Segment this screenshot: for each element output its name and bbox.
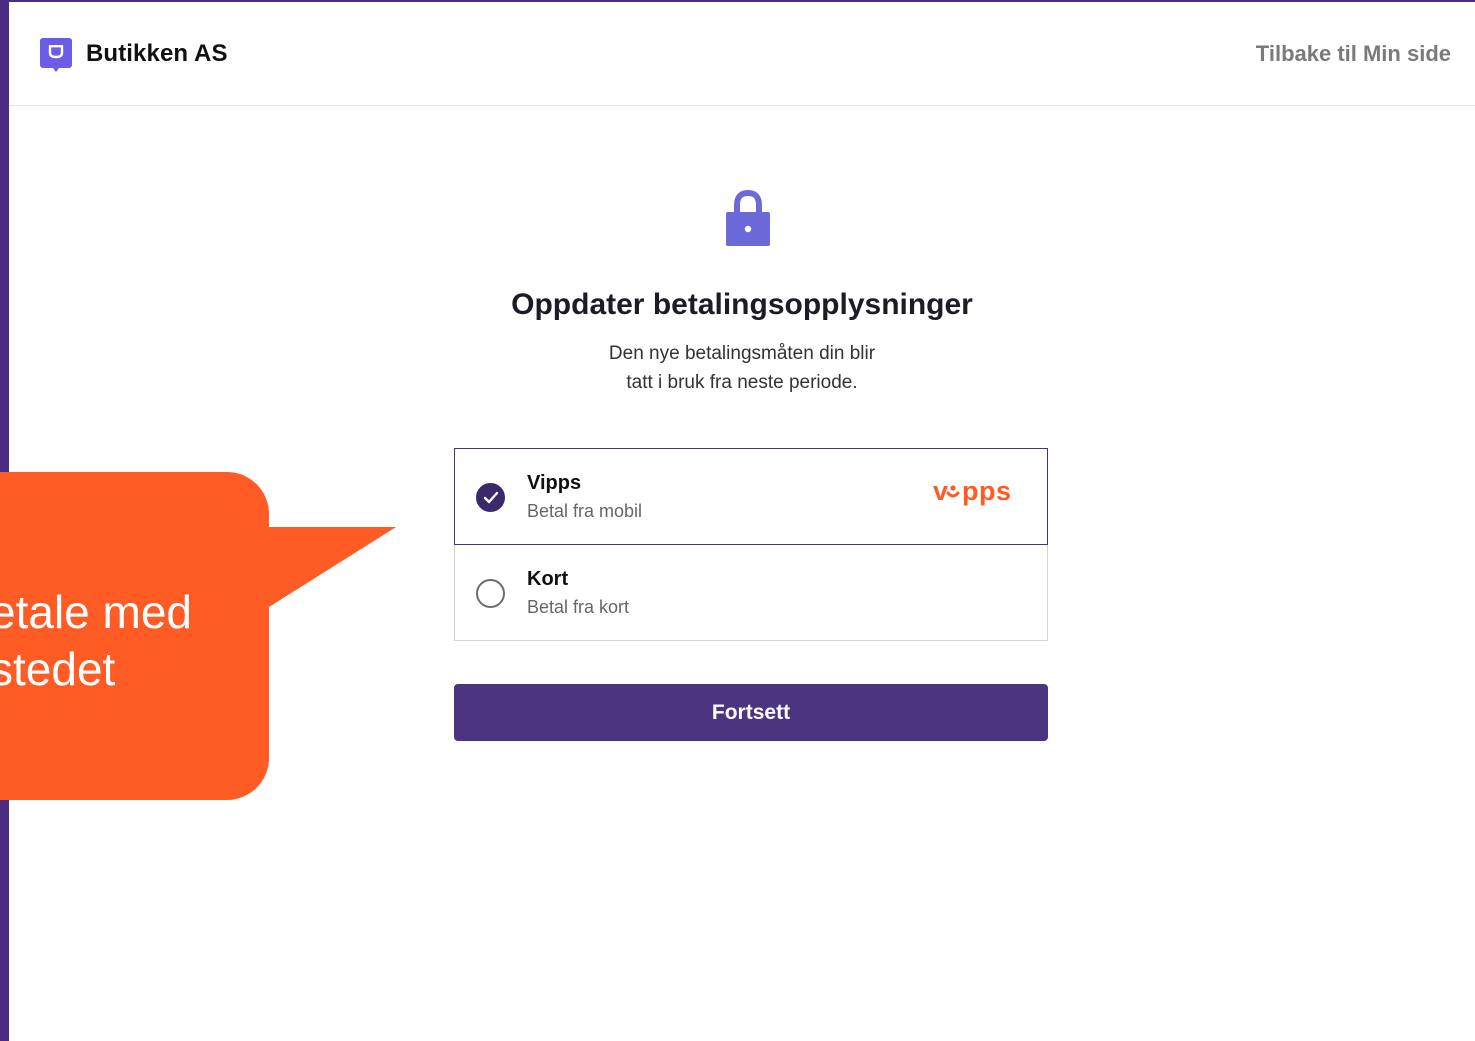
payment-method-list: Vipps Betal fra mobil v pps Kort Betal f…	[454, 448, 1048, 641]
continue-button[interactable]: Fortsett	[454, 684, 1048, 741]
callout-bubble: etale med stedet	[0, 472, 269, 800]
page-subtitle: Den nye betalingsmåten din blir tatt i b…	[9, 339, 1475, 397]
subtitle-line-2: tatt i bruk fra neste periode.	[626, 372, 858, 393]
payment-option-vipps[interactable]: Vipps Betal fra mobil v pps	[454, 448, 1048, 545]
svg-text:v: v	[933, 479, 949, 506]
radio-unchecked-icon[interactable]	[476, 579, 505, 608]
page-title: Oppdater betalingsopplysninger	[511, 288, 973, 321]
option-title: Kort	[527, 568, 569, 590]
brand: Butikken AS	[39, 36, 228, 72]
vipps-logo: v pps	[933, 476, 1019, 514]
callout-pointer	[260, 527, 396, 607]
callout-line-2: stedet	[0, 643, 116, 695]
option-subtitle: Betal fra mobil	[527, 501, 643, 521]
back-to-my-page-link[interactable]: Tilbake til Min side	[1256, 41, 1451, 67]
option-title: Vipps	[527, 472, 582, 494]
svg-text:pps: pps	[962, 479, 1012, 506]
lock-icon	[722, 188, 774, 248]
brand-name: Butikken AS	[86, 40, 228, 67]
subtitle-line-1: Den nye betalingsmåten din blir	[608, 343, 876, 364]
radio-checked-icon[interactable]	[476, 483, 505, 512]
option-subtitle: Betal fra kort	[527, 597, 630, 617]
callout-line-1: etale med	[0, 586, 193, 638]
payment-option-card[interactable]: Kort Betal fra kort	[454, 545, 1048, 641]
shopping-bag-icon	[39, 36, 73, 72]
callout-text: etale med stedet	[0, 584, 192, 698]
top-bar: Butikken AS Tilbake til Min side	[9, 2, 1475, 106]
